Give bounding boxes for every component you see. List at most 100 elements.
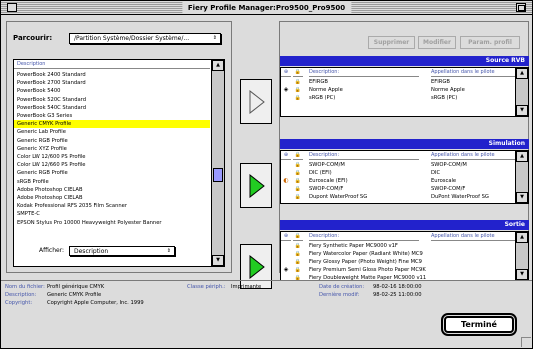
profile-list-item[interactable]: Adobe Photoshop CIELAB xyxy=(14,194,210,202)
output-scrollbar[interactable]: ▲ ▼ xyxy=(515,232,528,280)
profile-list-item[interactable]: Kodak Professional RFS 2035 Film Scanner xyxy=(14,202,210,210)
section-row-description[interactable]: Fiery Premium Semi Gloss Photo Paper MC9… xyxy=(309,266,429,274)
profile-list-item[interactable]: sRGB Profile xyxy=(14,178,210,186)
section-row-driver-name[interactable]: SWOP-COM/F xyxy=(431,185,515,193)
browse-path-popup[interactable]: /Partition Système/Dossier Système/... ⇕ xyxy=(69,33,221,44)
profile-list-scrollbar[interactable]: ▲ ▼ xyxy=(211,60,224,266)
section-row-driver-name[interactable]: DIC xyxy=(431,169,515,177)
title-bar[interactable]: Fiery Profile Manager:Pro9500_Pro9500 xyxy=(1,1,532,15)
default-marker-icon[interactable]: ◈ xyxy=(281,86,291,94)
default-marker-icon[interactable] xyxy=(281,185,291,193)
edit-button[interactable]: Modifier xyxy=(418,36,456,49)
simulation-table[interactable]: ⊕ 🔒 Description: Appellation dans le pil… xyxy=(280,150,529,204)
profile-list-item[interactable]: Color LW 12/660 PS Profile xyxy=(14,161,210,169)
scroll-down-icon[interactable]: ▼ xyxy=(212,255,224,266)
simulation-col-description: Description: xyxy=(309,151,419,160)
delete-button[interactable]: Supprimer xyxy=(368,36,415,49)
section-row-description[interactable]: SWOP-COM/F xyxy=(309,185,429,193)
default-marker-icon[interactable] xyxy=(281,94,291,102)
profile-list-item[interactable]: Generic RGB Profile xyxy=(14,137,210,145)
filename-value: Profil générique CMYK xyxy=(47,284,105,290)
section-row-description[interactable]: Fiery Synthetic Paper MC9000 v1F xyxy=(309,242,429,250)
description-label: Description: xyxy=(5,292,37,298)
window-title: Fiery Profile Manager:Pro9500_Pro9500 xyxy=(181,2,352,14)
scroll-thumb[interactable] xyxy=(213,168,223,182)
info-divider xyxy=(1,280,532,281)
default-marker-icon[interactable] xyxy=(281,169,291,177)
half-circle-icon[interactable]: ◐ xyxy=(281,177,291,185)
profile-list-item[interactable]: Generic Lab Profile xyxy=(14,128,210,136)
profile-settings-button[interactable]: Param. profil xyxy=(460,36,520,49)
show-popup[interactable]: Description ⇕ xyxy=(69,246,175,256)
default-marker-icon[interactable] xyxy=(281,258,291,266)
profile-list-item[interactable]: SMPTE-C xyxy=(14,210,210,218)
lock-icon: 🔒 xyxy=(294,162,302,168)
section-row-description[interactable]: Euroscale (EFI) xyxy=(309,177,429,185)
source-table[interactable]: ⊕ 🔒 Description: Appellation dans le pil… xyxy=(280,67,529,117)
scroll-up-icon[interactable]: ▲ xyxy=(212,60,224,71)
profile-list-item[interactable]: PowerBook 5400 xyxy=(14,87,210,95)
profile-list-item[interactable]: PowerBook 2700 Standard xyxy=(14,79,210,87)
profile-list-item[interactable]: Generic RGB Profile xyxy=(14,169,210,177)
zoom-box-icon[interactable] xyxy=(516,3,526,12)
profile-list[interactable]: Description PowerBook 2400 Standard Power… xyxy=(13,59,225,267)
scroll-down-icon[interactable]: ▼ xyxy=(516,192,528,203)
section-row-description[interactable]: Dupont WaterProof SG xyxy=(309,193,429,201)
simulation-col-driver-name: Appellation dans le pilote xyxy=(431,151,516,160)
created-label: Date de création: xyxy=(319,284,365,290)
profile-list-item[interactable]: PowerBook G3 Series xyxy=(14,112,210,120)
section-row-driver-name[interactable]: DuPont WaterProof SG xyxy=(431,193,515,201)
default-marker-icon[interactable] xyxy=(281,250,291,258)
default-marker-icon[interactable]: ◈ xyxy=(281,266,291,274)
add-to-simulation-button[interactable] xyxy=(240,163,272,208)
copyright-value: Copyright Apple Computer, Inc. 1999 xyxy=(47,300,144,306)
scroll-down-icon[interactable]: ▼ xyxy=(516,105,528,116)
default-marker-icon[interactable] xyxy=(281,242,291,250)
profile-list-item[interactable]: EPSON Stylus Pro 10000 Heavyweight Polye… xyxy=(14,219,210,227)
simulation-scrollbar[interactable]: ▲ ▼ xyxy=(515,151,528,203)
section-row-driver-name[interactable]: Euroscale xyxy=(431,177,515,185)
lock-col-icon: 🔒 xyxy=(293,69,303,77)
section-row-description[interactable]: Fiery Glossy Paper (Photo Weight) Fine M… xyxy=(309,258,429,266)
add-to-output-button[interactable] xyxy=(240,244,272,289)
section-row-driver-name[interactable] xyxy=(431,250,515,258)
profile-list-item[interactable]: PowerBook 520C Standard xyxy=(14,96,210,104)
section-row-driver-name[interactable] xyxy=(431,258,515,266)
scroll-down-icon[interactable]: ▼ xyxy=(516,269,528,280)
section-row-driver-name[interactable] xyxy=(431,242,515,250)
profile-list-item[interactable]: Generic XYZ Profile xyxy=(14,145,210,153)
section-row-description[interactable]: Fiery Watercolor Paper (Radiant White) M… xyxy=(309,250,429,258)
section-row-driver-name[interactable]: EFIRGB xyxy=(431,78,515,86)
profile-list-item[interactable]: Color LW 12/600 PS Profile xyxy=(14,153,210,161)
profile-list-item[interactable]: Generic CMYK Profile xyxy=(14,120,210,129)
scroll-up-icon[interactable]: ▲ xyxy=(516,232,528,243)
section-row-description[interactable]: SWOP-COM/M xyxy=(309,161,429,169)
done-button[interactable]: Terminé xyxy=(441,313,517,336)
browse-label: Parcourir: xyxy=(13,34,53,42)
resize-grip-icon[interactable] xyxy=(521,337,531,347)
default-marker-icon[interactable] xyxy=(281,193,291,201)
section-row-description[interactable]: sRGB (PC) xyxy=(309,94,429,102)
scroll-up-icon[interactable]: ▲ xyxy=(516,151,528,162)
device-class-label: Classe périph.: xyxy=(187,284,226,290)
section-row-driver-name[interactable]: SWOP-COM/M xyxy=(431,161,515,169)
profile-list-item[interactable]: PowerBook 2400 Standard xyxy=(14,71,210,79)
section-row-driver-name[interactable] xyxy=(431,266,515,274)
section-row-description[interactable]: Norme Apple xyxy=(309,86,429,94)
section-row-driver-name[interactable]: sRGB (PC) xyxy=(431,94,515,102)
profile-list-item[interactable]: Adobe Photoshop CIELAB xyxy=(14,186,210,194)
lock-icon: 🔒 xyxy=(294,194,302,200)
section-row-description[interactable]: EFIRGB xyxy=(309,78,429,86)
profile-list-item[interactable]: PowerBook 540C Standard xyxy=(14,104,210,112)
section-row-description[interactable]: DIC (EFI) xyxy=(309,169,429,177)
scroll-up-icon[interactable]: ▲ xyxy=(516,68,528,79)
close-box-icon[interactable] xyxy=(7,3,17,12)
section-row-driver-name[interactable]: Norme Apple xyxy=(431,86,515,94)
description-value: Generic CMYK Profile xyxy=(47,292,102,298)
add-to-source-button[interactable] xyxy=(240,79,272,124)
default-marker-icon[interactable] xyxy=(281,161,291,169)
default-marker-icon[interactable] xyxy=(281,78,291,86)
source-scrollbar[interactable]: ▲ ▼ xyxy=(515,68,528,116)
output-table[interactable]: ⊕ 🔒 Description: Appellation dans le pil… xyxy=(280,231,529,281)
source-col-description: Description: xyxy=(309,68,419,77)
